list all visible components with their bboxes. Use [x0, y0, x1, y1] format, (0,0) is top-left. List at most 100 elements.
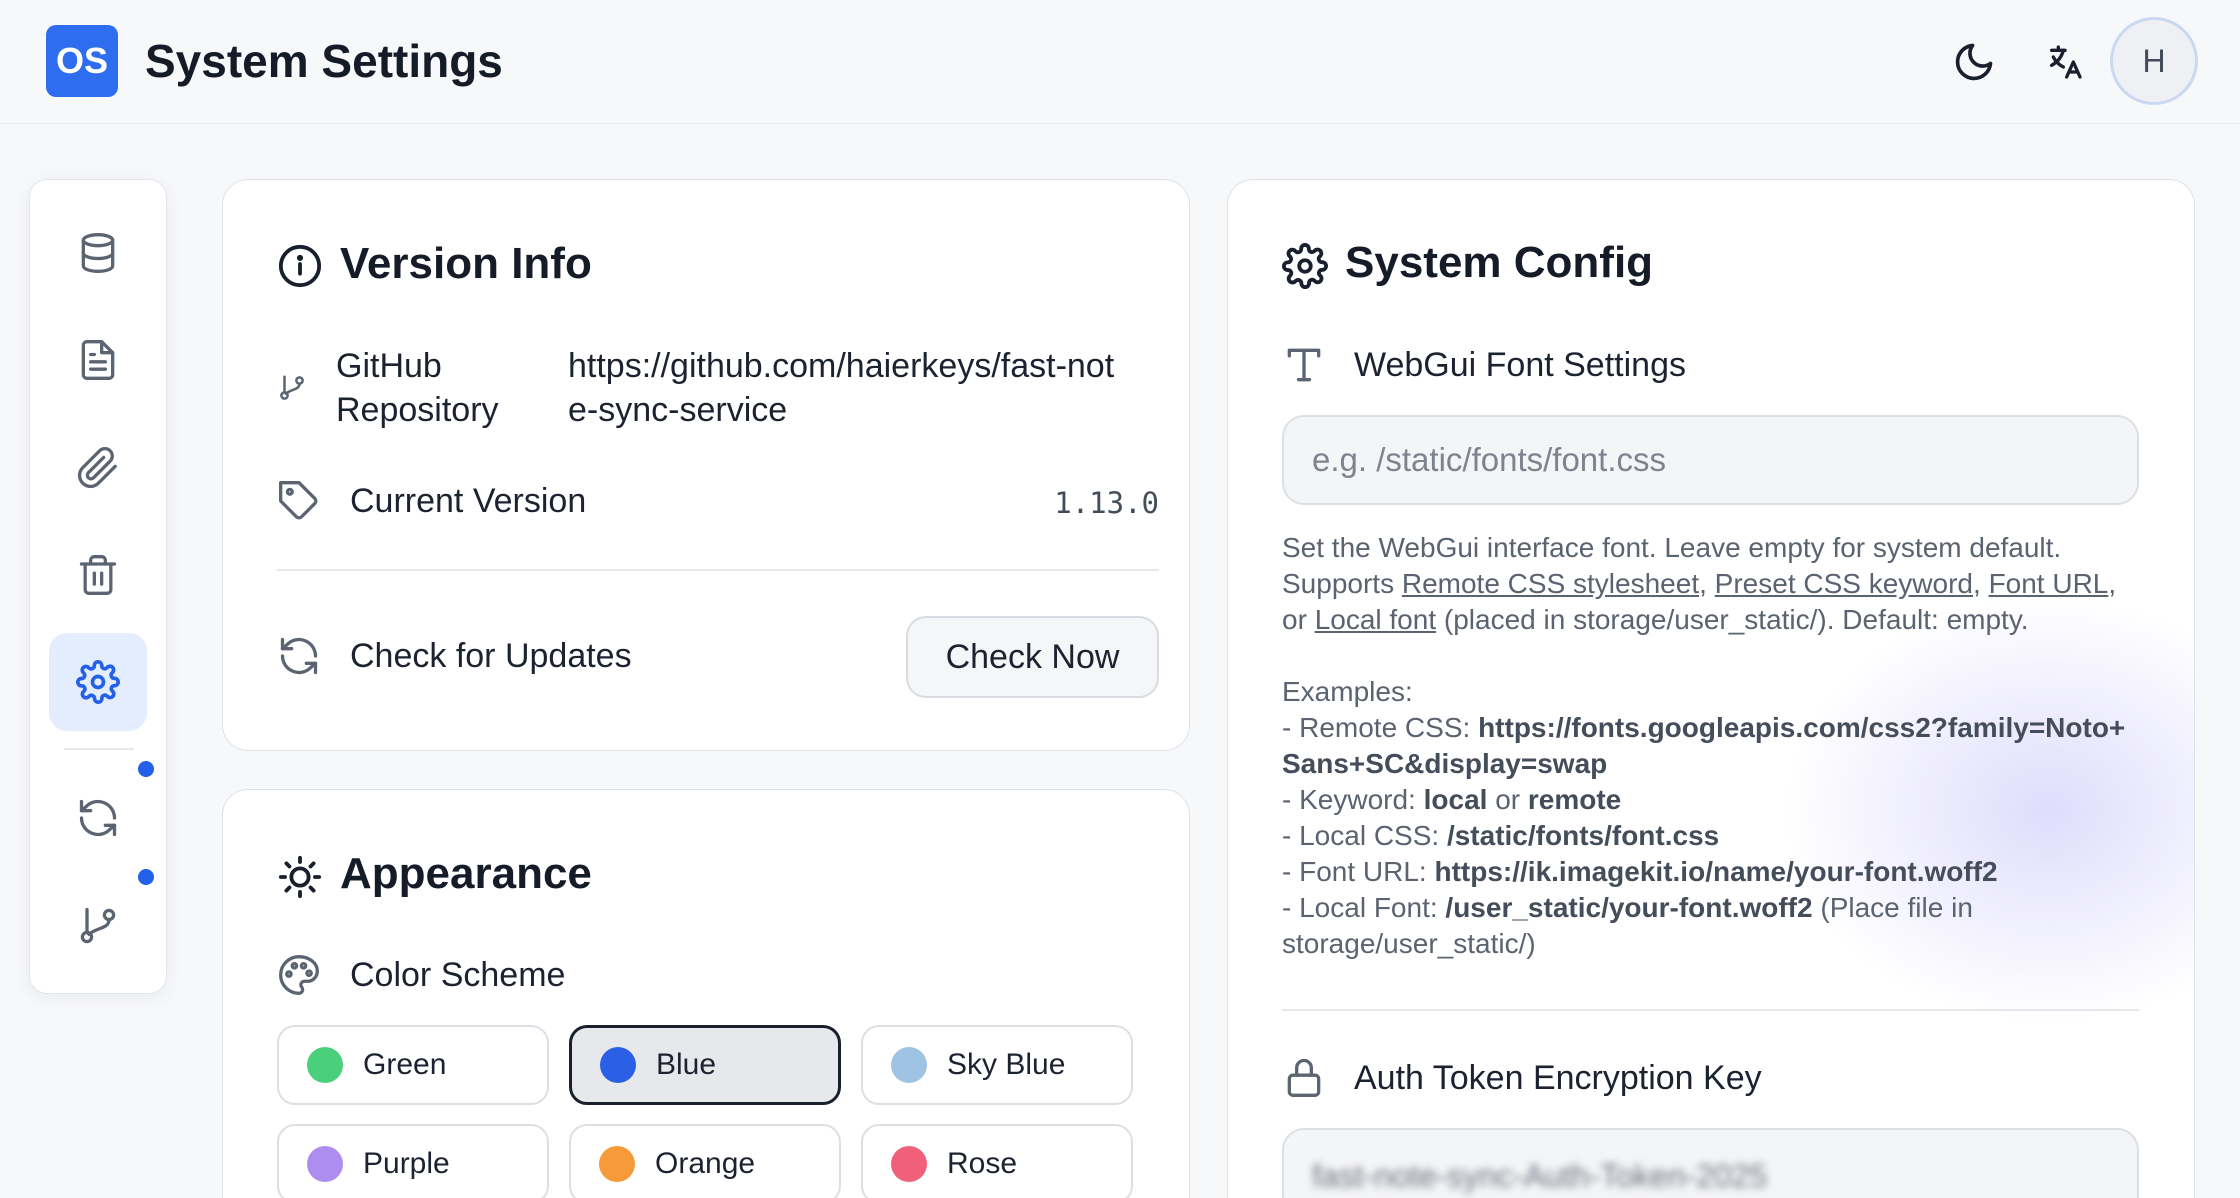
version-info-card: Version Info GitHub Repository https://g… — [222, 179, 1190, 751]
auth-key-input[interactable]: fast-note-sync-Auth-Token-2025 — [1282, 1128, 2139, 1198]
color-label: Green — [363, 1048, 447, 1081]
sync-icon — [79, 799, 117, 837]
example-text: or — [1495, 784, 1521, 815]
example-prefix: - Font URL: — [1282, 856, 1427, 887]
link-font-url[interactable]: Font URL — [1989, 568, 2109, 599]
color-label: Orange — [655, 1147, 756, 1180]
example-keyword: - Keyword: local or remote — [1282, 782, 2142, 818]
example-local-font: - Local Font: /user_static/your-font.wof… — [1282, 890, 2142, 962]
example-prefix: - Local Font: — [1282, 892, 1438, 923]
sidebar-item-git[interactable] — [49, 877, 147, 975]
color-label: Blue — [656, 1048, 717, 1081]
link-preset-css[interactable]: Preset CSS keyword — [1715, 568, 1973, 599]
color-option-green[interactable]: Green — [277, 1025, 549, 1105]
moon-icon — [1955, 43, 1993, 81]
example-value: /static/fonts/font.css — [1446, 820, 1720, 851]
version-value: 1.13.0 — [1054, 486, 1159, 520]
sidebar-item-database[interactable] — [49, 204, 147, 302]
desc-text: or — [1282, 604, 1307, 635]
desc-text: Supports — [1282, 568, 1395, 599]
sync-badge-dot — [138, 761, 154, 777]
link-local-font[interactable]: Local font — [1315, 604, 1436, 635]
example-remote-css: - Remote CSS: https://fonts.googleapis.c… — [1282, 710, 2142, 782]
sidebar-item-sync[interactable] — [49, 769, 147, 867]
sidebar-divider — [64, 748, 134, 750]
git-badge-dot — [138, 869, 154, 885]
sidebar — [29, 179, 167, 994]
green-swatch — [307, 1047, 343, 1083]
version-info-title: Version Info — [340, 239, 592, 288]
color-scheme-label: Color Scheme — [350, 956, 566, 994]
sun-icon — [278, 855, 322, 899]
color-option-purple[interactable]: Purple — [277, 1124, 549, 1198]
font-url-input[interactable] — [1284, 417, 2137, 503]
check-now-button[interactable]: Check Now — [906, 616, 1159, 698]
version-divider — [277, 569, 1159, 571]
theme-toggle-button[interactable] — [1946, 34, 2002, 90]
color-option-orange[interactable]: Orange — [569, 1124, 841, 1198]
font-input-field — [1282, 415, 2139, 505]
config-divider — [1282, 1009, 2139, 1011]
desc-local-line: or Local font (placed in storage/user_st… — [1282, 602, 2142, 638]
color-label: Purple — [363, 1147, 450, 1180]
sidebar-item-trash[interactable] — [49, 526, 147, 624]
version-label: Current Version — [350, 482, 587, 520]
desc-text: (placed in storage/user_static/). Defaul… — [1443, 604, 2029, 635]
link-remote-css[interactable]: Remote CSS stylesheet — [1402, 568, 1699, 599]
desc-line: Set the WebGui interface font. Leave emp… — [1282, 532, 2062, 563]
color-label: Sky Blue — [947, 1048, 1066, 1081]
color-option-rose[interactable]: Rose — [861, 1124, 1133, 1198]
paperclip-icon — [77, 446, 117, 489]
sky-blue-swatch — [891, 1047, 927, 1083]
type-icon — [1287, 348, 1321, 382]
example-prefix: - Keyword: — [1282, 784, 1416, 815]
sidebar-item-settings[interactable] — [49, 633, 147, 731]
rose-swatch — [891, 1146, 927, 1182]
system-config-title: System Config — [1345, 238, 1654, 287]
orange-swatch — [599, 1146, 635, 1182]
trash-icon — [79, 555, 117, 595]
color-option-sky-blue[interactable]: Sky Blue — [861, 1025, 1133, 1105]
app-logo: OS — [46, 25, 118, 97]
example-font-url: - Font URL: https://ik.imagekit.io/name/… — [1282, 854, 2142, 890]
font-settings-label: WebGui Font Settings — [1354, 346, 1686, 384]
check-updates-label: Check for Updates — [350, 637, 632, 675]
example-local-css: - Local CSS: /static/fonts/font.css — [1282, 818, 2142, 854]
language-button[interactable] — [2037, 34, 2093, 90]
auth-key-value: fast-note-sync-Auth-Token-2025 — [1312, 1158, 1768, 1194]
sidebar-item-attachments[interactable] — [49, 419, 147, 517]
example-value: https://ik.imagekit.io/name/your-font.wo… — [1434, 856, 1998, 887]
color-option-blue[interactable]: Blue — [569, 1025, 841, 1105]
color-label: Rose — [947, 1147, 1018, 1180]
translate-icon — [2050, 45, 2082, 79]
user-avatar[interactable]: H — [2110, 17, 2198, 105]
gear-icon — [76, 660, 120, 704]
blue-swatch — [600, 1047, 636, 1083]
auth-key-label: Auth Token Encryption Key — [1354, 1059, 1762, 1097]
sidebar-item-notes[interactable] — [49, 311, 147, 409]
top-bar: OS System Settings H — [0, 0, 2240, 124]
palette-icon — [279, 955, 319, 995]
git-branch-icon — [280, 375, 304, 400]
document-icon — [81, 340, 115, 380]
tag-icon — [279, 481, 318, 520]
example-prefix: - Remote CSS: — [1282, 712, 1471, 743]
example-value: remote — [1527, 784, 1622, 815]
app-title: System Settings — [145, 35, 503, 87]
database-icon — [81, 233, 115, 273]
repo-label: GitHub Repository — [336, 347, 499, 429]
lock-icon — [1287, 1058, 1321, 1097]
font-description: Set the WebGui interface font. Leave emp… — [1282, 530, 2142, 962]
info-icon — [278, 244, 322, 288]
appearance-card: Appearance Color Scheme Green Blue Sky B… — [222, 789, 1190, 1198]
desc-supports-line: Supports Remote CSS stylesheet, Preset C… — [1282, 568, 2117, 599]
example-value: /user_static/your-font.woff2 — [1445, 892, 1813, 923]
purple-swatch — [307, 1146, 343, 1182]
refresh-icon — [280, 637, 318, 675]
repo-link[interactable]: https://github.com/haierkeys/fast-note-s… — [568, 344, 1128, 432]
git-branch-icon — [80, 907, 116, 944]
examples-heading: Examples: — [1282, 676, 1413, 707]
gear-icon — [1282, 243, 1328, 289]
appearance-title: Appearance — [340, 849, 592, 898]
example-value: local — [1423, 784, 1488, 815]
